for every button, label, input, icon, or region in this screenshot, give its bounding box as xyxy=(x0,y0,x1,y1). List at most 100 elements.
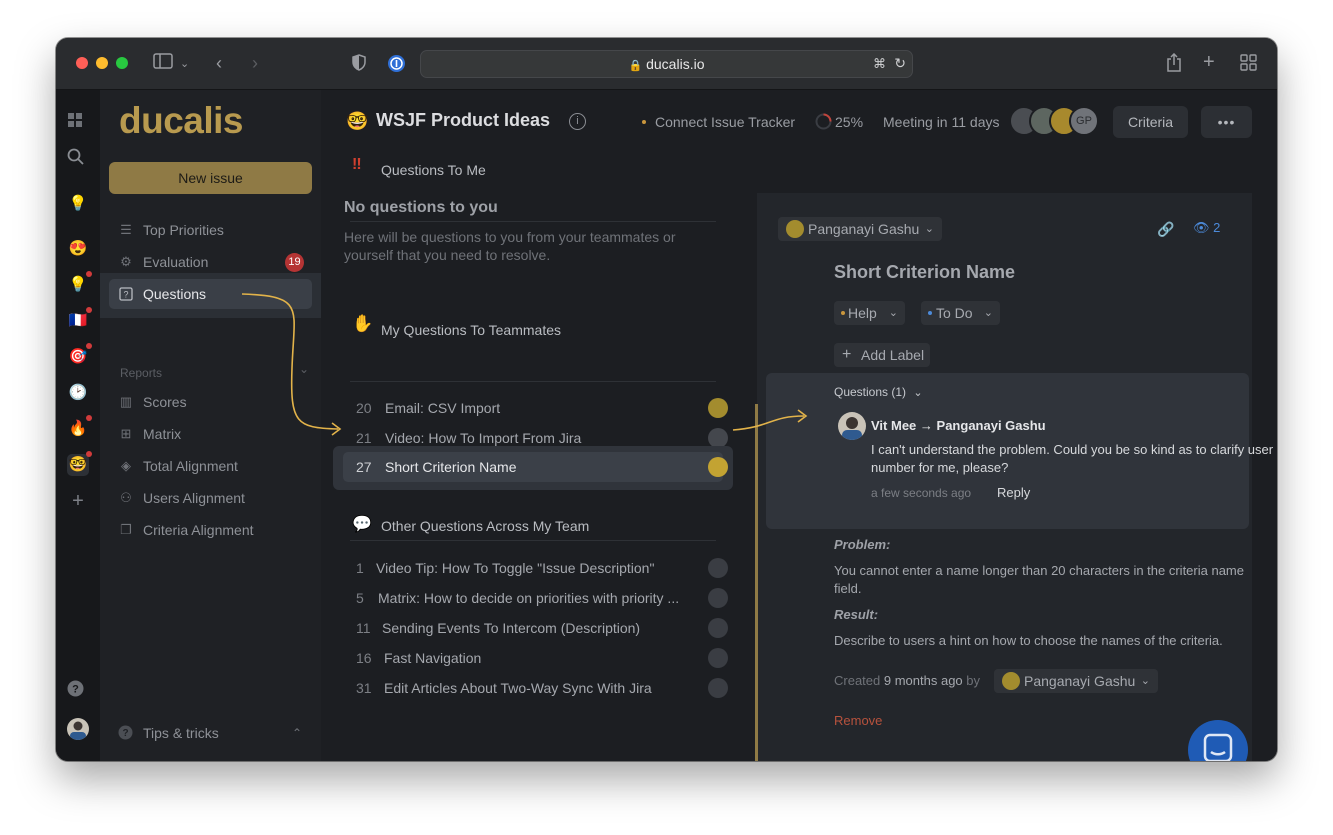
question-from[interactable]: Vit Mee xyxy=(871,418,916,433)
board-title[interactable]: WSJF Product Ideas xyxy=(376,110,550,131)
shield-icon[interactable] xyxy=(352,54,366,71)
workspace-fire-icon[interactable]: 🔥 xyxy=(67,418,89,440)
plus-icon: + xyxy=(842,346,852,363)
user-avatar[interactable] xyxy=(67,718,89,740)
chevron-up-icon[interactable]: ⌃ xyxy=(292,718,302,748)
list-item[interactable]: 16 Fast Navigation xyxy=(356,643,736,673)
workspace-target-icon[interactable]: 🎯 xyxy=(67,346,89,368)
sidebar-toggle-icon[interactable] xyxy=(153,53,175,69)
notification-dot xyxy=(86,343,92,349)
zoom-window-button[interactable] xyxy=(116,57,128,69)
questions-header[interactable]: Questions (1) ⌄ xyxy=(834,385,923,399)
empty-state-title: No questions to you xyxy=(344,199,498,216)
add-workspace-icon[interactable]: + xyxy=(67,490,89,512)
status-dropdown[interactable]: To Do ⌄ xyxy=(921,301,1000,325)
divider xyxy=(350,381,716,382)
info-icon[interactable]: i xyxy=(569,113,586,130)
sidebar-item-matrix[interactable]: ⊞ Matrix xyxy=(109,419,312,449)
lightbulb-icon[interactable]: 💡 xyxy=(67,193,89,215)
apps-grid-icon[interactable] xyxy=(67,112,89,134)
new-issue-button[interactable]: New issue xyxy=(109,162,312,194)
problem-label: Problem: xyxy=(834,537,891,552)
sidebar-item-scores[interactable]: ▥ Scores xyxy=(109,387,312,417)
arrow-icon: → xyxy=(919,418,933,433)
close-window-button[interactable] xyxy=(76,57,88,69)
list-item[interactable]: 31 Edit Articles About Two-Way Sync With… xyxy=(356,673,736,703)
question-participants: Vit Mee → Panganayi Gashu xyxy=(871,418,1046,433)
workspace-clock-icon[interactable]: 🕑 xyxy=(67,382,89,404)
type-dropdown[interactable]: Help ⌄ xyxy=(834,301,905,325)
translate-icon[interactable]: ⌘ xyxy=(873,56,886,72)
browser-window: ⌄ ‹ › 🔒 ducalis.io ⌘ ↻ + 💡 😍 💡 🇫🇷 🎯 🕑 🔥 … xyxy=(56,38,1277,761)
evaluation-count-badge: 19 xyxy=(285,253,304,272)
add-label-text: Add Label xyxy=(861,347,925,363)
result-text: Describe to users a hint on how to choos… xyxy=(834,633,1223,648)
list-item[interactable]: 5 Matrix: How to decide on priorities wi… xyxy=(356,583,736,613)
status-label: To Do xyxy=(936,305,973,321)
password-manager-icon[interactable] xyxy=(387,54,406,73)
status-dot xyxy=(841,311,845,315)
add-label-button[interactable]: + Add Label xyxy=(834,343,930,367)
watchers-button[interactable]: 👁 2 xyxy=(1193,220,1220,236)
chevron-down-icon: ⌄ xyxy=(1140,675,1150,687)
chat-launcher-button[interactable] xyxy=(1188,720,1248,761)
layers-icon: ◈ xyxy=(121,458,131,473)
questions-count: Questions (1) xyxy=(834,385,907,399)
matrix-icon: ⊞ xyxy=(120,426,132,441)
link-icon[interactable]: 🔗 xyxy=(1157,221,1174,238)
list-item[interactable]: 20 Email: CSV Import xyxy=(356,393,736,423)
assignee-avatar xyxy=(708,678,728,698)
more-options-button[interactable]: ••• xyxy=(1201,106,1252,138)
chevron-down-icon: ⌄ xyxy=(983,307,993,319)
assignee-avatar xyxy=(708,558,728,578)
reply-button[interactable]: Reply xyxy=(997,485,1030,500)
sidebar-item-top-priorities[interactable]: ☰ Top Priorities xyxy=(109,215,312,245)
minimize-window-button[interactable] xyxy=(96,57,108,69)
reload-icon[interactable]: ↻ xyxy=(894,55,906,72)
scroll-indicator xyxy=(755,404,758,761)
sidebar-item-total-alignment[interactable]: ◈ Total Alignment xyxy=(109,451,312,481)
result-label: Result: xyxy=(834,607,879,622)
remove-button[interactable]: Remove xyxy=(834,713,882,728)
workspace-flag-icon[interactable]: 🇫🇷 xyxy=(67,310,89,332)
new-tab-icon[interactable]: + xyxy=(1203,52,1215,72)
meeting-countdown[interactable]: Meeting in 11 days xyxy=(883,114,999,130)
forward-icon[interactable]: › xyxy=(252,53,258,73)
issue-title[interactable]: Short Criterion Name xyxy=(834,262,1015,283)
back-icon[interactable]: ‹ xyxy=(216,53,222,73)
assignee-avatar xyxy=(708,618,728,638)
questions-to-me-heading: Questions To Me xyxy=(381,162,486,178)
sidebar-item-criteria-alignment[interactable]: ❐ Criteria Alignment xyxy=(109,515,312,545)
share-icon[interactable] xyxy=(1166,53,1182,72)
browser-titlebar: ⌄ ‹ › 🔒 ducalis.io ⌘ ↻ + xyxy=(56,38,1277,90)
workspace-active-icon[interactable]: 🤓 xyxy=(67,454,89,476)
list-item[interactable]: 11 Sending Events To Intercom (Descripti… xyxy=(356,613,736,643)
workspace-rail: 💡 😍 💡 🇫🇷 🎯 🕑 🔥 🤓 + ? xyxy=(56,90,100,761)
list-item[interactable]: 1 Video Tip: How To Toggle "Issue Descri… xyxy=(356,553,736,583)
sidebar-item-users-alignment[interactable]: ⚇ Users Alignment xyxy=(109,483,312,513)
svg-text:?: ? xyxy=(123,290,128,300)
columns-icon: ▥ xyxy=(119,394,133,409)
assignee-avatar xyxy=(708,588,728,608)
workspace-emoji-icon[interactable]: 😍 xyxy=(67,238,89,260)
help-icon[interactable]: ? xyxy=(67,680,89,702)
speech-bubble-icon: 💬 xyxy=(352,516,372,533)
assignee-dropdown[interactable]: Panganayi Gashu ⌄ xyxy=(778,217,942,241)
chevron-down-icon[interactable]: ⌄ xyxy=(180,54,189,74)
team-avatar-initials[interactable]: GP xyxy=(1069,106,1099,136)
ducalis-logo[interactable]: ducalis xyxy=(119,100,244,142)
main-content: 🤓 WSJF Product Ideas i Connect Issue Tra… xyxy=(321,90,1277,761)
connect-issue-tracker-link[interactable]: Connect Issue Tracker xyxy=(655,114,795,130)
sidebar-item-questions[interactable]: ? Questions xyxy=(109,279,312,309)
criteria-button[interactable]: Criteria xyxy=(1113,106,1188,138)
tab-overview-icon[interactable] xyxy=(1240,54,1257,71)
creator-dropdown[interactable]: Panganayi Gashu ⌄ xyxy=(994,669,1158,693)
workspace-bulb-icon[interactable]: 💡 xyxy=(67,274,89,296)
exclamation-icon: ‼ xyxy=(352,156,362,173)
assignee-avatar xyxy=(786,220,804,238)
search-icon[interactable] xyxy=(67,148,89,170)
list-item-active[interactable]: 27 Short Criterion Name xyxy=(356,452,736,482)
address-bar[interactable]: 🔒 ducalis.io ⌘ ↻ xyxy=(420,50,913,78)
question-to[interactable]: Panganayi Gashu xyxy=(937,418,1046,433)
tips-and-tricks[interactable]: ? Tips & tricks ⌃ xyxy=(109,718,312,748)
